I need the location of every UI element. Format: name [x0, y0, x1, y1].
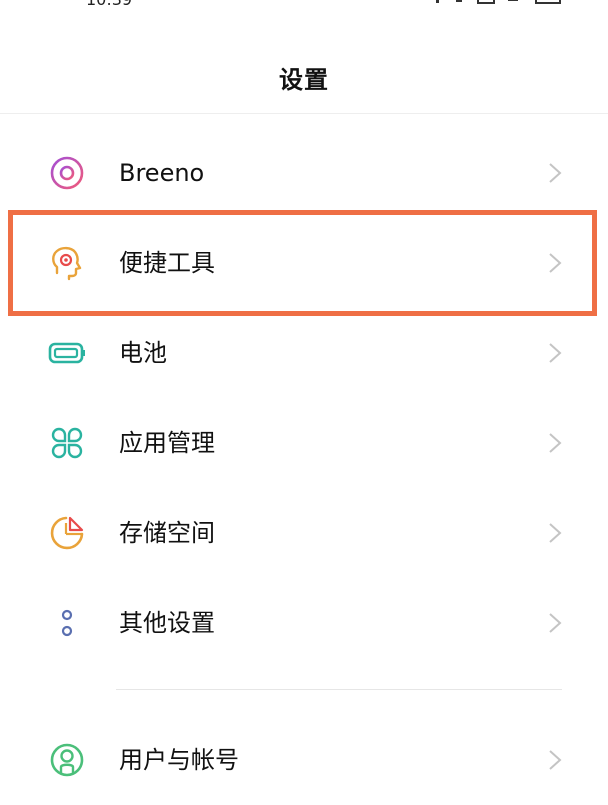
settings-item-label: 应用管理 [119, 429, 215, 457]
chevron-right-icon [540, 429, 568, 457]
chevron-right-icon [540, 249, 568, 277]
breeno-icon [47, 153, 87, 193]
storage-icon [47, 513, 87, 553]
settings-item-convenience-tools[interactable]: 便捷工具 [0, 218, 608, 308]
settings-item-label: 电池 [119, 339, 167, 367]
settings-item-label: 便捷工具 [119, 249, 215, 277]
chevron-right-icon [540, 159, 568, 187]
settings-item-battery[interactable]: 电池 [0, 308, 608, 398]
settings-item-user-account[interactable]: 用户与帐号 [0, 715, 608, 805]
settings-item-label: 其他设置 [119, 609, 215, 637]
settings-item-label: 用户与帐号 [119, 746, 239, 774]
chevron-right-icon [540, 519, 568, 547]
convenience-tools-icon [47, 243, 87, 283]
settings-item-storage[interactable]: 存储空间 [0, 488, 608, 578]
group-divider [116, 689, 562, 690]
header-divider [0, 113, 608, 114]
app-management-icon [47, 423, 87, 463]
settings-item-breeno[interactable]: Breeno [0, 128, 608, 218]
settings-item-label: Breeno [119, 159, 205, 187]
status-icons [426, 0, 566, 6]
settings-item-label: 存储空间 [119, 519, 215, 547]
status-time: 10:39 [86, 0, 132, 9]
chevron-right-icon [540, 746, 568, 774]
other-settings-icon [47, 603, 87, 643]
page-title: 设置 [279, 66, 329, 94]
settings-item-app-management[interactable]: 应用管理 [0, 398, 608, 488]
user-account-icon [47, 740, 87, 780]
chevron-right-icon [540, 339, 568, 367]
chevron-right-icon [540, 609, 568, 637]
settings-item-other-settings[interactable]: 其他设置 [0, 578, 608, 668]
battery-icon [47, 333, 87, 373]
status-bar: 10:39 [0, 0, 608, 10]
page-header: 设置 [0, 40, 608, 110]
